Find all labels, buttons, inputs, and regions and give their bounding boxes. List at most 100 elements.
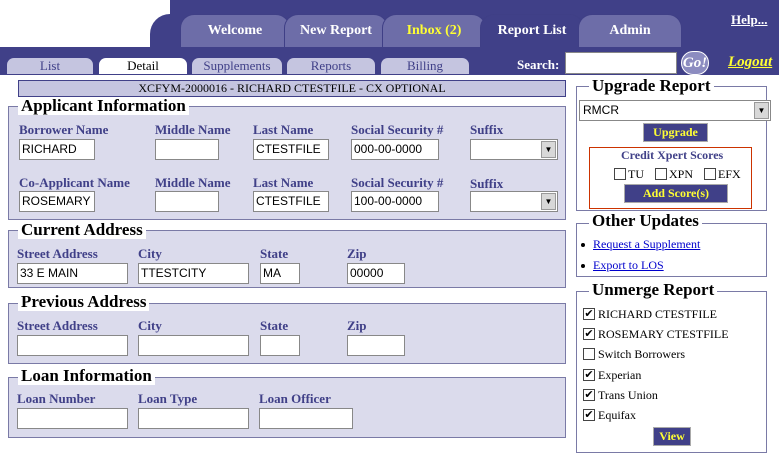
co-middle-name-label: Middle Name xyxy=(155,175,231,190)
go-button[interactable]: Go! xyxy=(681,51,709,75)
ssn-label: Social Security # xyxy=(351,122,444,137)
export-los-link[interactable]: Export to LOS xyxy=(593,258,664,273)
tab-new-report[interactable]: New Report xyxy=(284,14,388,47)
unmerge-item-label: Experian xyxy=(598,368,642,382)
coapplicant-name-label: Co-Applicant Name xyxy=(19,175,130,190)
co-suffix-label: Suffix xyxy=(470,176,504,191)
coapplicant-ssn-input[interactable]: 100-00-0000 xyxy=(351,191,439,212)
unmerge-item-label: ROSEMARY CTESTFILE xyxy=(598,327,729,341)
xpn-checkbox[interactable] xyxy=(655,168,667,180)
other-updates-legend: Other Updates xyxy=(589,212,702,230)
unmerge-checkbox[interactable]: ✔ xyxy=(583,369,595,381)
coapplicant-middle-input[interactable] xyxy=(155,191,219,212)
logout-link[interactable]: Logout xyxy=(728,54,772,71)
upgrade-legend: Upgrade Report xyxy=(589,77,714,95)
loan-number-input[interactable] xyxy=(17,408,128,429)
borrower-middle-input[interactable] xyxy=(155,139,219,160)
prev-zip-label: Zip xyxy=(347,318,367,333)
efx-checkbox[interactable] xyxy=(704,168,716,180)
chevron-down-icon: ▼ xyxy=(541,193,556,210)
checkmark-icon: ✔ xyxy=(584,369,594,381)
unmerge-checkbox[interactable]: ✔ xyxy=(583,389,595,401)
subtab-billing[interactable]: Billing xyxy=(380,57,470,74)
cur-zip-input[interactable]: 00000 xyxy=(347,263,405,284)
applicant-legend: Applicant Information xyxy=(18,97,189,115)
loan-legend: Loan Information xyxy=(18,367,155,385)
borrower-first-input[interactable]: RICHARD xyxy=(19,139,95,160)
co-last-name-label: Last Name xyxy=(253,175,314,190)
upgrade-select[interactable]: RMCR ▼ xyxy=(579,100,771,121)
unmerge-item-label: Switch Borrowers xyxy=(598,347,685,361)
cur-street-label: Street Address xyxy=(17,246,98,261)
chevron-down-icon: ▼ xyxy=(754,102,769,119)
prev-state-input[interactable] xyxy=(260,335,300,356)
cur-state-label: State xyxy=(260,246,289,261)
unmerge-checkbox[interactable] xyxy=(583,348,595,360)
search-input[interactable] xyxy=(565,52,677,74)
unmerge-checkbox[interactable]: ✔ xyxy=(583,328,595,340)
cur-zip-label: Zip xyxy=(347,246,367,261)
cur-street-input[interactable]: 33 E MAIN xyxy=(17,263,128,284)
report-title-text: XCFYM-2000016 - RICHARD CTESTFILE - CX O… xyxy=(138,81,446,95)
suffix-label: Suffix xyxy=(470,122,504,137)
unmerge-item-label: Trans Union xyxy=(598,388,658,402)
coapplicant-suffix-select[interactable]: ▼ xyxy=(470,191,558,212)
unmerge-item-label: RICHARD CTESTFILE xyxy=(598,307,718,321)
tab-admin[interactable]: Admin xyxy=(578,14,682,47)
coapplicant-last-input[interactable]: CTESTFILE xyxy=(253,191,329,212)
prev-city-input[interactable] xyxy=(138,335,249,356)
credit-xpert-title: Credit Xpert Scores xyxy=(621,148,724,162)
subtab-reports[interactable]: Reports xyxy=(286,57,376,74)
unmerge-legend: Unmerge Report xyxy=(589,281,718,299)
checkmark-icon: ✔ xyxy=(584,409,594,421)
report-title: XCFYM-2000016 - RICHARD CTESTFILE - CX O… xyxy=(18,80,566,97)
prev-state-label: State xyxy=(260,318,289,333)
bullet-icon xyxy=(581,243,585,247)
unmerge-checkbox[interactable]: ✔ xyxy=(583,308,595,320)
view-button[interactable]: View xyxy=(653,427,691,446)
prev-street-input[interactable] xyxy=(17,335,128,356)
tab-welcome[interactable]: Welcome xyxy=(180,14,290,47)
previous-address-legend: Previous Address xyxy=(18,293,150,311)
upgrade-select-value: RMCR xyxy=(583,103,619,117)
checkmark-icon: ✔ xyxy=(584,389,594,401)
loan-officer-input[interactable] xyxy=(259,408,353,429)
cur-city-input[interactable]: TTESTCITY xyxy=(138,263,249,284)
xpn-label: XPN xyxy=(669,167,694,181)
prev-zip-input[interactable] xyxy=(347,335,405,356)
cur-city-label: City xyxy=(138,246,162,261)
last-name-label: Last Name xyxy=(253,122,314,137)
prev-street-label: Street Address xyxy=(17,318,98,333)
subtab-list[interactable]: List xyxy=(6,57,94,74)
checkmark-icon: ✔ xyxy=(584,308,594,320)
request-supplement-link[interactable]: Request a Supplement xyxy=(593,237,700,252)
subtab-detail[interactable]: Detail xyxy=(98,57,188,74)
loan-type-label: Loan Type xyxy=(138,391,198,406)
loan-officer-label: Loan Officer xyxy=(259,391,331,406)
tu-checkbox[interactable] xyxy=(614,168,626,180)
tab-inbox[interactable]: Inbox (2) xyxy=(382,14,486,47)
subtab-supplements[interactable]: Supplements xyxy=(191,57,283,74)
bullet-icon xyxy=(581,264,585,268)
chevron-down-icon: ▼ xyxy=(541,141,556,158)
borrower-last-input[interactable]: CTESTFILE xyxy=(253,139,329,160)
unmerge-checkbox[interactable]: ✔ xyxy=(583,409,595,421)
borrower-ssn-input[interactable]: 000-00-0000 xyxy=(351,139,439,160)
efx-label: EFX xyxy=(718,167,741,181)
borrower-name-label: Borrower Name xyxy=(19,122,109,137)
upgrade-button[interactable]: Upgrade xyxy=(643,123,708,142)
middle-name-label: Middle Name xyxy=(155,122,231,137)
checkmark-icon: ✔ xyxy=(584,328,594,340)
help-link[interactable]: Help... xyxy=(731,12,767,28)
search-label: Search: xyxy=(517,57,560,72)
borrower-suffix-select[interactable]: ▼ xyxy=(470,139,558,160)
coapplicant-first-input[interactable]: ROSEMARY xyxy=(19,191,95,212)
unmerge-item-label: Equifax xyxy=(598,408,636,422)
prev-city-label: City xyxy=(138,318,162,333)
loan-type-input[interactable] xyxy=(138,408,249,429)
cur-state-input[interactable]: MA xyxy=(260,263,300,284)
co-ssn-label: Social Security # xyxy=(351,175,444,190)
current-address-legend: Current Address xyxy=(18,221,146,239)
tab-report-list[interactable]: Report List xyxy=(480,14,584,47)
add-scores-button[interactable]: Add Score(s) xyxy=(624,184,728,203)
